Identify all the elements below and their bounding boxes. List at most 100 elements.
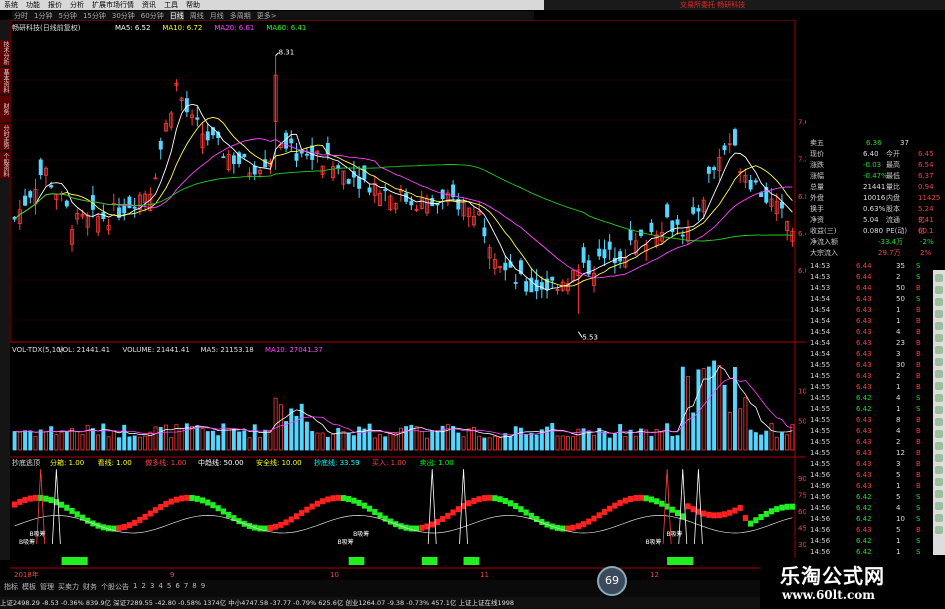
bottom-tab[interactable]: 模板 — [22, 582, 36, 592]
candle-body — [607, 241, 612, 250]
menu-item[interactable]: 资讯 — [142, 0, 156, 10]
left-tab[interactable]: 技术分析 — [0, 40, 10, 67]
oscillator-block — [283, 519, 289, 526]
scroll-notch[interactable] — [935, 358, 943, 366]
menu-item[interactable]: 分析 — [70, 0, 84, 10]
tick-row: 14:54 6.43 4 B — [808, 327, 938, 338]
quote-cell: 6.43 — [856, 317, 872, 325]
bottom-tab[interactable]: 财务 — [83, 582, 97, 592]
bottom-tab[interactable]: 7 — [184, 582, 188, 592]
volume-bar — [571, 436, 576, 451]
volume-bar — [612, 433, 617, 451]
scroll-notch[interactable] — [935, 298, 943, 306]
quote-cell: 29.7万 — [878, 249, 901, 257]
bottom-tab[interactable]: 管理 — [40, 582, 54, 592]
quote-cell: 6.42 — [856, 394, 872, 402]
quote-cell: 6.43 — [856, 295, 872, 303]
quote-cell: B — [916, 284, 921, 292]
volume-bar — [633, 435, 638, 451]
volume-bar — [278, 404, 283, 451]
scroll-notch[interactable] — [935, 274, 943, 282]
bottom-tab[interactable]: 1 — [133, 582, 137, 592]
tick-row: 14:55 6.42 1 S — [808, 404, 938, 415]
scroll-notch[interactable] — [935, 454, 943, 462]
quote-cell: 4 — [896, 504, 901, 512]
oscillator-block — [789, 503, 795, 510]
oscillator-block — [518, 506, 524, 513]
right-scrollbar[interactable] — [933, 270, 945, 555]
quote-cell: 37 — [900, 139, 909, 147]
left-tab[interactable]: 个股资料 — [0, 152, 10, 179]
left-tab[interactable]: 财务 — [0, 96, 10, 123]
scroll-notch[interactable] — [935, 322, 943, 330]
bottom-tab[interactable]: 买卖力 — [58, 582, 79, 592]
volume-bar — [477, 435, 482, 451]
tick-row: 14:54 6.43 23 B — [808, 338, 938, 349]
menu-item[interactable]: 功能 — [26, 0, 40, 10]
scroll-notch[interactable] — [935, 394, 943, 402]
candle-body — [383, 189, 388, 192]
scroll-notch[interactable] — [935, 286, 943, 294]
left-tab[interactable]: 分时走势 — [0, 124, 10, 151]
bottom-tab[interactable]: 个股公告 — [101, 582, 129, 592]
scroll-notch[interactable] — [935, 346, 943, 354]
oscillator-block — [163, 501, 169, 508]
scroll-notch[interactable] — [935, 430, 943, 438]
oscillator-block — [126, 522, 133, 529]
oscillator-block — [633, 495, 639, 502]
quote-cell: 14:55 — [810, 383, 831, 391]
scroll-notch[interactable] — [935, 490, 943, 498]
scroll-notch[interactable] — [935, 382, 943, 390]
bottom-tab[interactable]: 2 — [141, 582, 145, 592]
scroll-notch[interactable] — [935, 310, 943, 318]
oscillator-block — [763, 510, 769, 517]
oscillator-block — [325, 496, 331, 503]
bottom-tab[interactable]: 指标 — [4, 582, 18, 592]
quote-cell: S — [916, 273, 921, 281]
scroll-notch[interactable] — [935, 334, 943, 342]
quote-cell: 净流入额 — [810, 238, 838, 246]
scroll-notch[interactable] — [935, 466, 943, 474]
scroll-notch[interactable] — [935, 370, 943, 378]
oscillator-block — [502, 497, 508, 504]
scroll-notch[interactable] — [935, 526, 943, 534]
bottom-tab[interactable]: 8 — [192, 582, 196, 592]
scroll-notch[interactable] — [935, 418, 943, 426]
bottom-tab[interactable]: 6 — [175, 582, 179, 592]
volume-ma-5 — [14, 365, 793, 438]
speed-badge[interactable]: 69 — [597, 566, 627, 596]
scroll-notch[interactable] — [935, 478, 943, 486]
quote-cell: 14:55 — [810, 460, 831, 468]
chart-area[interactable]: 畅研科技(日线前复权) MA5: 6.52 MA10: 6.72 MA20: 6.61… — [10, 20, 806, 580]
scroll-notch[interactable] — [935, 406, 943, 414]
oscillator-block — [748, 520, 754, 527]
scroll-notch[interactable] — [935, 442, 943, 450]
scroll-notch[interactable] — [935, 514, 943, 522]
quote-row: 外盘 10016 内盘 11425 — [808, 193, 940, 204]
menu-item[interactable]: 工具 — [164, 0, 178, 10]
oscillator-block — [742, 515, 749, 522]
volume-bar — [602, 431, 607, 451]
quote-cell: 14:55 — [810, 449, 831, 457]
menu-item[interactable]: 扩展市场行情 — [92, 0, 134, 10]
left-tab[interactable]: 基本资料 — [0, 68, 10, 95]
bottom-tab[interactable]: 5 — [167, 582, 171, 592]
menu-item[interactable]: 系统 — [4, 0, 18, 10]
bottom-tab[interactable]: 4 — [158, 582, 162, 592]
candle-body — [602, 249, 607, 259]
bottom-tab[interactable]: 9 — [201, 582, 205, 592]
scroll-notch[interactable] — [935, 502, 943, 510]
oscillator-block — [471, 497, 477, 504]
oscillator-block — [319, 498, 326, 505]
menu-item[interactable]: 报价 — [48, 0, 62, 10]
quote-cell: 6.37 — [918, 172, 934, 180]
bottom-tab[interactable]: 3 — [150, 582, 154, 592]
menu-item[interactable]: 帮助 — [186, 0, 200, 10]
oscillator-block — [85, 517, 91, 524]
oscillator-block — [523, 509, 529, 516]
indicator-tick: 90.00 — [798, 475, 806, 483]
quote-cell: 6.43 — [856, 328, 872, 336]
quote-cell: 14:55 — [810, 372, 831, 380]
candle-body — [550, 276, 555, 281]
buy-signal-label: B吸筹 — [645, 538, 661, 546]
